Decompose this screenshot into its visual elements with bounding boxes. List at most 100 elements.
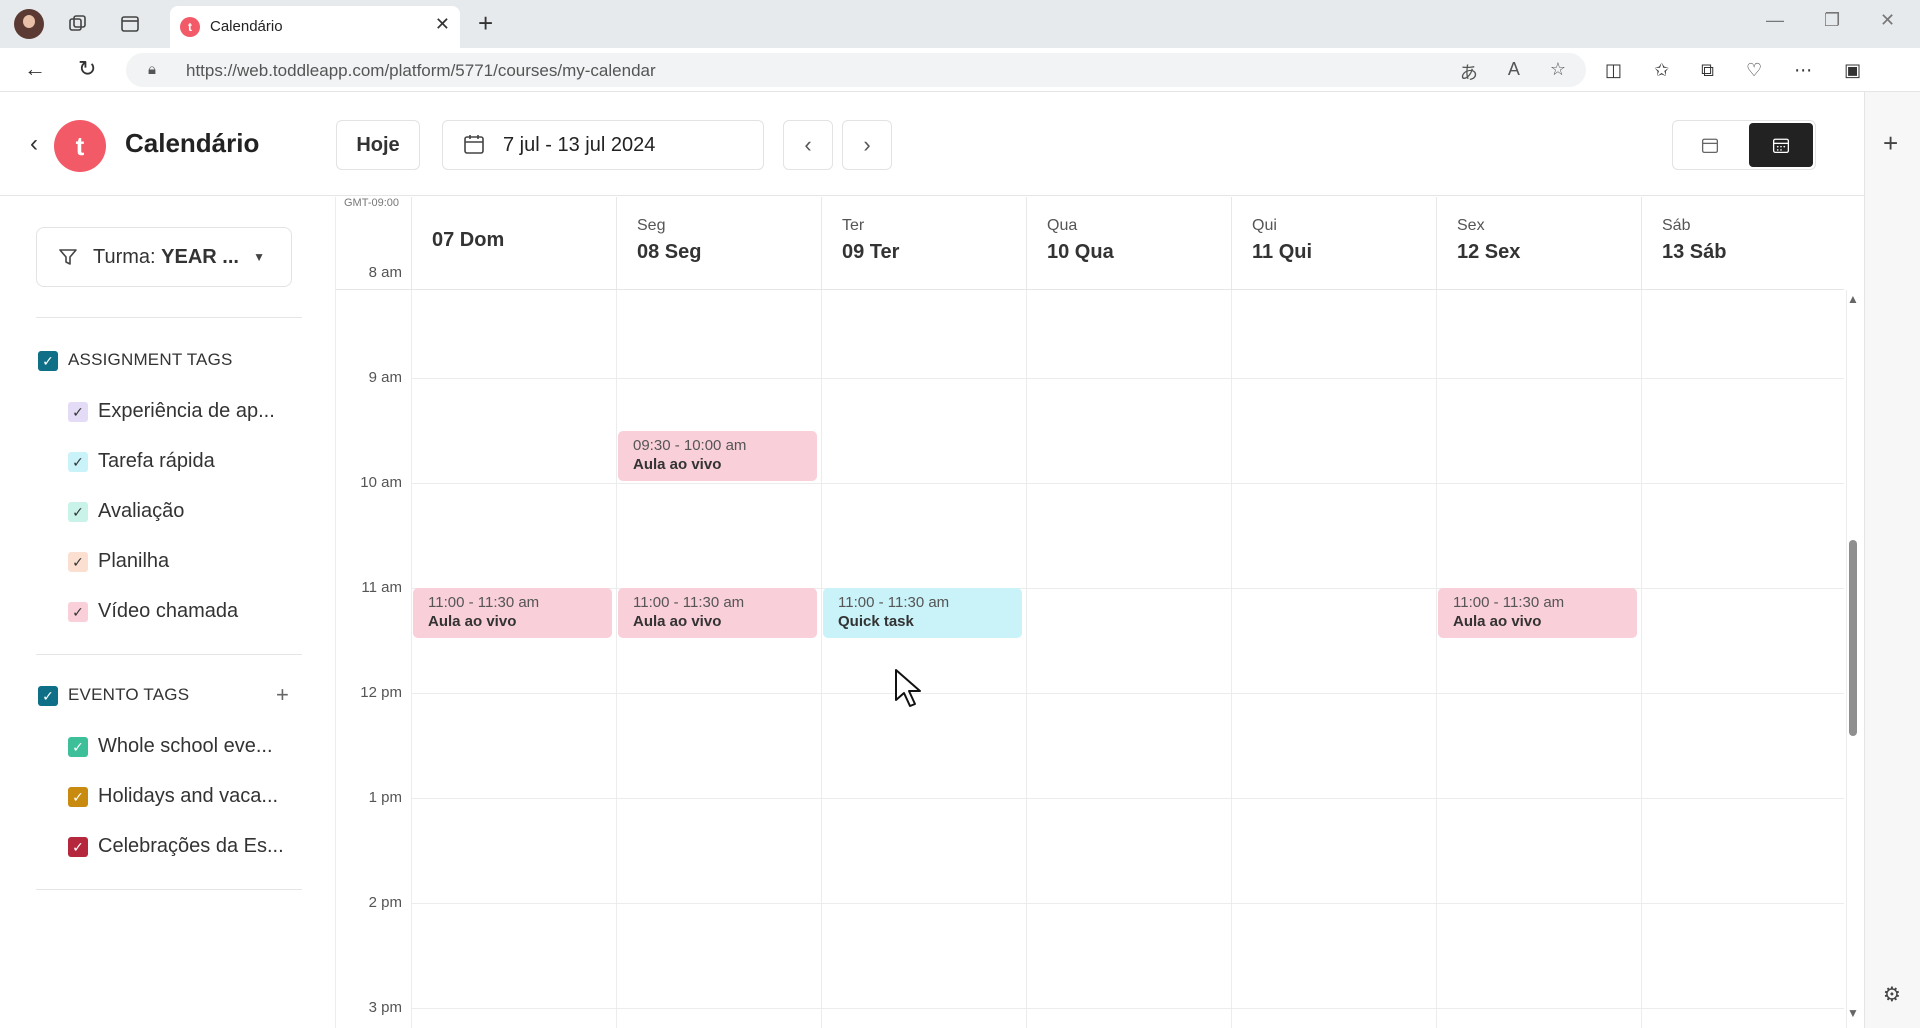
browser-tab-bar: t Calendário ✕ + — ❐ ✕ bbox=[0, 0, 1920, 48]
tag-label[interactable]: Tarefa rápida bbox=[98, 450, 215, 473]
day-header[interactable]: Qua 10 Qua bbox=[1026, 197, 1231, 289]
next-week-button[interactable]: › bbox=[842, 120, 892, 170]
health-icon[interactable]: ♡ bbox=[1746, 60, 1762, 81]
scrollbar-thumb[interactable] bbox=[1849, 540, 1857, 736]
restore-icon[interactable]: ❐ bbox=[1824, 10, 1840, 31]
hour-label: 2 pm bbox=[368, 894, 402, 911]
url-text[interactable]: https://web.toddleapp.com/platform/5771/… bbox=[186, 61, 656, 81]
day-header-weekday: Qua bbox=[1047, 217, 1078, 234]
day-column-line bbox=[821, 290, 822, 1028]
previous-week-button[interactable]: ‹ bbox=[783, 120, 833, 170]
add-icon[interactable]: + bbox=[1883, 128, 1898, 159]
day-header[interactable]: 07 Dom bbox=[411, 197, 616, 289]
close-tab-icon[interactable]: ✕ bbox=[435, 14, 450, 35]
tag-checkbox[interactable]: ✓ bbox=[68, 837, 88, 857]
hour-line bbox=[411, 378, 1844, 379]
tag-checkbox[interactable]: ✓ bbox=[68, 552, 88, 572]
assignment-tags-checkbox[interactable]: ✓ bbox=[38, 351, 58, 371]
day-column-line bbox=[411, 290, 412, 1028]
more-icon[interactable]: ⋯ bbox=[1794, 60, 1812, 81]
day-header-date: 11 Qui bbox=[1252, 241, 1313, 263]
browser-tab[interactable]: t Calendário ✕ bbox=[170, 6, 460, 48]
collections-icon[interactable]: ⧉ bbox=[1701, 60, 1714, 81]
tag-checkbox[interactable]: ✓ bbox=[68, 787, 88, 807]
calendar-event[interactable]: 11:00 - 11:30 am Aula ao vivo bbox=[1438, 588, 1637, 638]
day-header-weekday: Sex bbox=[1457, 217, 1485, 234]
event-time: 11:00 - 11:30 am bbox=[633, 594, 745, 611]
tag-checkbox[interactable]: ✓ bbox=[68, 602, 88, 622]
browser-edge-bar: + ⚙ bbox=[1864, 92, 1920, 1028]
hour-label: 9 am bbox=[368, 369, 402, 386]
calendar-event[interactable]: 09:30 - 10:00 am Aula ao vivo bbox=[618, 430, 817, 481]
settings-gear-icon[interactable]: ⚙ bbox=[1883, 982, 1901, 1007]
day-header[interactable]: Sex 12 Sex bbox=[1436, 197, 1641, 289]
event-title: Aula ao vivo bbox=[1453, 613, 1542, 630]
scroll-up-icon[interactable]: ▲ bbox=[1847, 292, 1859, 306]
favorite-star-icon[interactable]: ☆ bbox=[1550, 59, 1566, 85]
hour-line bbox=[411, 483, 1844, 484]
tag-checkbox[interactable]: ✓ bbox=[68, 737, 88, 757]
read-aloud-icon[interactable]: A bbox=[1508, 59, 1520, 85]
back-chevron-icon[interactable]: ‹ bbox=[30, 130, 38, 158]
class-filter-dropdown[interactable]: Turma: YEAR ... ▼ bbox=[36, 227, 292, 287]
tag-label[interactable]: Holidays and vaca... bbox=[98, 785, 278, 808]
sidebar-toggle-icon[interactable]: ▣ bbox=[1844, 60, 1861, 81]
day-header-weekday: Ter bbox=[842, 217, 865, 234]
page-title: Calendário bbox=[125, 128, 260, 158]
tag-checkbox[interactable]: ✓ bbox=[68, 402, 88, 422]
day-view-button[interactable] bbox=[1675, 123, 1745, 167]
back-icon[interactable]: ← bbox=[24, 56, 46, 82]
hour-line bbox=[411, 798, 1844, 799]
week-view-button[interactable] bbox=[1749, 123, 1813, 167]
calendar-event[interactable]: 11:00 - 11:30 am Aula ao vivo bbox=[618, 588, 817, 638]
toddle-logo: t bbox=[54, 120, 106, 172]
calendar-scrollbar[interactable]: ▲ ▼ bbox=[1846, 290, 1860, 1028]
calendar-event[interactable]: 11:00 - 11:30 am Aula ao vivo bbox=[413, 588, 612, 638]
close-window-icon[interactable]: ✕ bbox=[1880, 10, 1895, 31]
profile-avatar[interactable] bbox=[14, 9, 44, 39]
tag-label[interactable]: Whole school eve... bbox=[98, 735, 273, 758]
day-header[interactable]: Sáb 13 Sáb bbox=[1641, 197, 1846, 289]
refresh-icon[interactable]: ↻ bbox=[78, 56, 96, 82]
mouse-cursor-icon bbox=[894, 668, 924, 715]
day-header-date: 09 Ter bbox=[842, 241, 900, 263]
tag-label[interactable]: Planilha bbox=[98, 550, 169, 573]
day-header[interactable]: Qui 11 Qui bbox=[1231, 197, 1436, 289]
day-header-date: 10 Qua bbox=[1047, 241, 1114, 263]
calendar-event[interactable]: 11:00 - 11:30 am Quick task bbox=[823, 588, 1022, 638]
tag-label[interactable]: Celebrações da Es... bbox=[98, 835, 284, 858]
filter-icon bbox=[57, 246, 79, 274]
translate-icon[interactable]: あ bbox=[1460, 59, 1478, 85]
event-title: Aula ao vivo bbox=[633, 613, 722, 630]
event-tags-checkbox[interactable]: ✓ bbox=[38, 686, 58, 706]
vertical-tabs-icon[interactable] bbox=[116, 10, 144, 38]
date-range-picker[interactable]: 7 jul - 13 jul 2024 bbox=[442, 120, 764, 170]
divider bbox=[36, 654, 302, 655]
event-time: 11:00 - 11:30 am bbox=[1453, 594, 1565, 611]
today-button[interactable]: Hoje bbox=[336, 120, 420, 170]
day-header[interactable]: Seg 08 Seg bbox=[616, 197, 821, 289]
assignment-tags-label: ASSIGNMENT TAGS bbox=[68, 350, 233, 369]
minimize-icon[interactable]: — bbox=[1766, 10, 1784, 31]
time-grid[interactable] bbox=[411, 290, 1847, 1028]
scroll-down-icon[interactable]: ▼ bbox=[1847, 1006, 1859, 1020]
day-header[interactable]: Ter 09 Ter bbox=[821, 197, 1026, 289]
split-screen-icon[interactable]: ◫ bbox=[1605, 60, 1622, 81]
workspaces-icon[interactable] bbox=[64, 10, 92, 38]
day-header-date: 07 Dom bbox=[432, 229, 505, 251]
caret-down-icon: ▼ bbox=[253, 250, 265, 264]
favorites-icon[interactable]: ✩ bbox=[1654, 60, 1669, 81]
tag-checkbox[interactable]: ✓ bbox=[68, 502, 88, 522]
tag-checkbox[interactable]: ✓ bbox=[68, 452, 88, 472]
toddle-favicon-icon: t bbox=[180, 17, 200, 37]
day-header-date: 12 Sex bbox=[1457, 241, 1521, 263]
day-header-weekday: Seg bbox=[637, 217, 666, 234]
tag-label[interactable]: Vídeo chamada bbox=[98, 600, 238, 623]
tag-label[interactable]: Experiência de ap... bbox=[98, 400, 275, 423]
new-tab-icon[interactable]: + bbox=[478, 8, 493, 39]
lock-icon[interactable]: 🔒︎ bbox=[148, 61, 156, 78]
url-field[interactable]: 🔒︎ https://web.toddleapp.com/platform/57… bbox=[126, 53, 1586, 87]
day-column-line bbox=[1436, 290, 1437, 1028]
tag-label[interactable]: Avaliação bbox=[98, 500, 184, 523]
add-event-tag-icon[interactable]: + bbox=[276, 682, 289, 708]
